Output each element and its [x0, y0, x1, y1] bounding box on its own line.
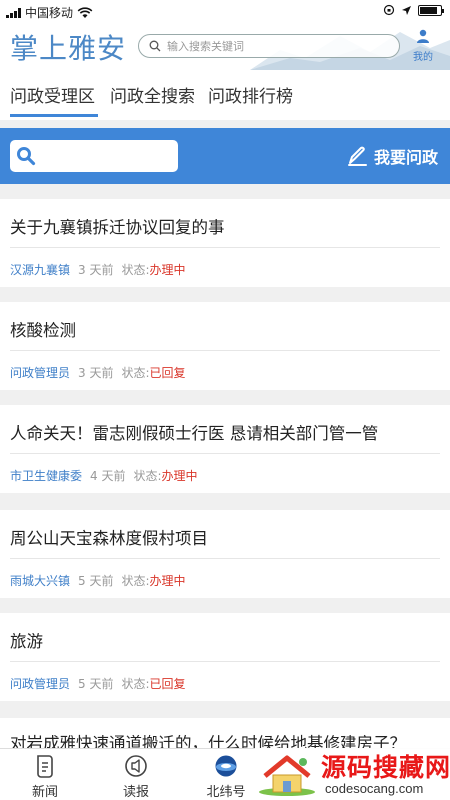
search-icon: [149, 40, 161, 52]
my-profile-button[interactable]: 我的: [408, 28, 438, 63]
question-meta: 市卫生健康委 4 天前 状态:办理中: [10, 467, 198, 484]
question-title: 人命关天！雷志刚假硕士行医 恳请相关部门管一管: [10, 424, 379, 443]
status-label: 状态:: [121, 677, 150, 691]
header-search-input[interactable]: [167, 39, 387, 53]
nav-beiwei[interactable]: 北纬号: [196, 753, 256, 800]
status-label: 状态:: [121, 366, 150, 380]
question-source[interactable]: 汉源九襄镇: [10, 263, 70, 277]
question-time: 3 天前: [78, 366, 114, 380]
app-header: 掌上雅安 我的: [0, 22, 450, 70]
divider: [10, 453, 440, 454]
nav-newspaper-label: 读报: [122, 785, 149, 800]
question-meta: 汉源九襄镇 3 天前 状态:办理中: [10, 261, 186, 278]
watermark-url: codesocang.com: [325, 781, 424, 796]
question-source[interactable]: 问政管理员: [10, 366, 70, 380]
divider: [10, 350, 440, 351]
status-badge: 办理中: [161, 469, 198, 483]
question-meta: 问政管理员 5 天前 状态:已回复: [10, 675, 186, 692]
tab-ranking[interactable]: 问政排行榜: [208, 82, 293, 107]
house-logo-icon: [259, 755, 315, 796]
action-bar: 我要问政: [0, 128, 450, 184]
tab-full-search[interactable]: 问政全搜索: [110, 82, 195, 107]
location-icon: [402, 5, 411, 15]
search-icon: [17, 147, 36, 166]
nav-news-label: 新闻: [31, 785, 58, 800]
list-item[interactable]: 旅游 问政管理员 5 天前 状态:已回复: [0, 613, 450, 701]
status-label: 状态:: [133, 469, 162, 483]
question-title: 旅游: [10, 632, 43, 651]
question-time: 4 天前: [90, 469, 126, 483]
divider: [10, 661, 440, 662]
divider: [10, 558, 440, 559]
question-time: 5 天前: [78, 574, 114, 588]
signal-icon: [6, 7, 21, 18]
app-logo: 掌上雅安: [10, 32, 127, 65]
battery-icon: [418, 4, 444, 16]
status-badge: 办理中: [149, 574, 186, 588]
tab-bar: 问政受理区 问政全搜索 问政排行榜: [0, 70, 450, 120]
question-source[interactable]: 雨城大兴镇: [10, 574, 70, 588]
orientation-lock-icon: [383, 4, 395, 16]
question-search-field[interactable]: [10, 140, 178, 172]
wifi-icon: [77, 6, 93, 18]
header-search[interactable]: [138, 34, 400, 58]
watermark-title: 源码搜藏网: [321, 753, 450, 782]
nav-beiwei-label: 北纬号: [206, 785, 246, 800]
question-time: 5 天前: [78, 677, 114, 691]
status-badge: 办理中: [149, 263, 186, 277]
question-source[interactable]: 市卫生健康委: [10, 469, 82, 483]
question-title: 周公山天宝森林度假村项目: [10, 529, 208, 548]
newspaper-icon: [125, 755, 147, 777]
ask-question-button[interactable]: 我要问政: [346, 144, 438, 168]
list-item[interactable]: 核酸检测 问政管理员 3 天前 状态:已回复: [0, 302, 450, 390]
list-item[interactable]: 人命关天！雷志刚假硕士行医 恳请相关部门管一管 市卫生健康委 4 天前 状态:办理中: [0, 405, 450, 493]
status-label: 状态:: [121, 263, 150, 277]
beiwei-icon: [215, 755, 237, 777]
watermark: 源码搜藏网 codesocang.com: [255, 748, 450, 800]
divider: [10, 247, 440, 248]
status-right: [383, 4, 444, 16]
my-profile-label: 我的: [413, 52, 433, 63]
nav-news[interactable]: 新闻: [15, 753, 75, 800]
list-item[interactable]: 关于九襄镇拆迁协议回复的事 汉源九襄镇 3 天前 状态:办理中: [0, 199, 450, 287]
list-item[interactable]: 对岩成雅快速通道搬迁的，什么时候给地基修建房子？: [0, 718, 450, 753]
carrier-name: 中国移动: [25, 6, 74, 20]
status-label: 状态:: [121, 574, 150, 588]
list-item[interactable]: 周公山天宝森林度假村项目 雨城大兴镇 5 天前 状态:办理中: [0, 510, 450, 598]
nav-newspaper[interactable]: 读报: [106, 753, 166, 800]
status-left: 中国移动: [6, 4, 93, 21]
news-icon: [37, 755, 53, 778]
status-bar: 中国移动: [0, 0, 450, 22]
question-meta: 雨城大兴镇 5 天前 状态:办理中: [10, 572, 186, 589]
question-meta: 问政管理员 3 天前 状态:已回复: [10, 364, 186, 381]
status-badge: 已回复: [149, 677, 186, 691]
tab-accept-area[interactable]: 问政受理区: [10, 82, 95, 107]
status-badge: 已回复: [149, 366, 186, 380]
pen-icon: [347, 146, 367, 166]
question-source[interactable]: 问政管理员: [10, 677, 70, 691]
user-icon: [417, 29, 429, 43]
question-time: 3 天前: [78, 263, 114, 277]
active-tab-indicator: [10, 114, 98, 117]
ask-question-label: 我要问政: [373, 148, 438, 167]
question-title: 核酸检测: [10, 321, 76, 340]
question-title: 关于九襄镇拆迁协议回复的事: [10, 218, 225, 237]
